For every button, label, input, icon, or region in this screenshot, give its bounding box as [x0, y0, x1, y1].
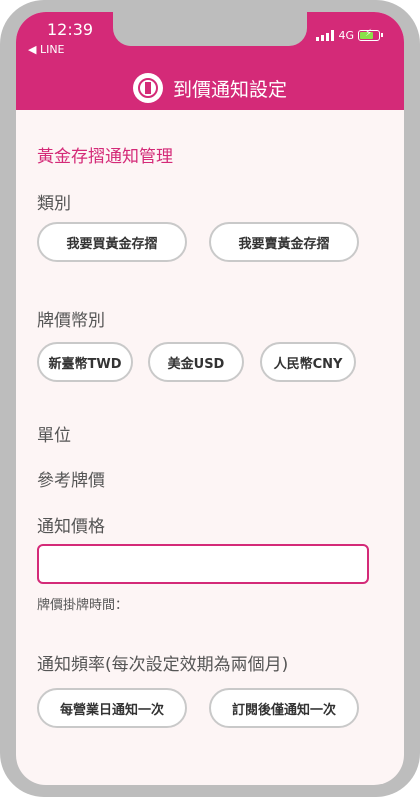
header-title-row: 到價通知設定 — [16, 70, 404, 106]
battery-icon: ⚡ — [358, 28, 383, 41]
currency-twd-button[interactable]: 新臺幣TWD — [37, 342, 133, 382]
status-time: 12:39 — [47, 20, 94, 39]
network-label: 4G — [338, 28, 354, 42]
back-to-line-link[interactable]: ◀ LINE — [28, 43, 65, 56]
bank-logo-icon — [132, 73, 163, 103]
page-title: 到價通知設定 — [172, 78, 287, 101]
quote-time-label: 牌價掛牌時間： — [37, 598, 129, 613]
sell-gold-button[interactable]: 我要賣黃金存摺 — [209, 222, 359, 262]
phone-frame: 12:39 ◀ LINE 4G ⚡ 到價通知設定 黃金存摺通知管理 類別 我要買… — [0, 0, 420, 797]
currency-usd-button[interactable]: 美金USD — [148, 342, 244, 382]
notify-once-button[interactable]: 訂閱後僅通知一次 — [209, 688, 359, 728]
phone-notch — [113, 12, 307, 46]
category-label: 類別 — [37, 194, 71, 214]
status-icons: 4G ⚡ — [316, 28, 383, 42]
frequency-label: 通知頻率(每次設定效期為兩個月) — [37, 655, 289, 675]
section-title: 黃金存摺通知管理 — [37, 147, 173, 167]
unit-label: 單位 — [37, 426, 71, 446]
app-screen: 12:39 ◀ LINE 4G ⚡ 到價通知設定 黃金存摺通知管理 類別 我要買… — [16, 12, 404, 785]
currency-cny-button[interactable]: 人民幣CNY — [260, 342, 356, 382]
notify-price-input[interactable] — [37, 544, 369, 584]
signal-icon — [316, 29, 335, 41]
notify-price-label: 通知價格 — [37, 517, 105, 537]
buy-gold-button[interactable]: 我要買黃金存摺 — [37, 222, 187, 262]
currency-label: 牌價幣別 — [37, 311, 105, 331]
reference-price-label: 參考牌價 — [37, 471, 105, 491]
app-header: 12:39 ◀ LINE 4G ⚡ 到價通知設定 — [16, 12, 404, 110]
notify-daily-button[interactable]: 每營業日通知一次 — [37, 688, 187, 728]
